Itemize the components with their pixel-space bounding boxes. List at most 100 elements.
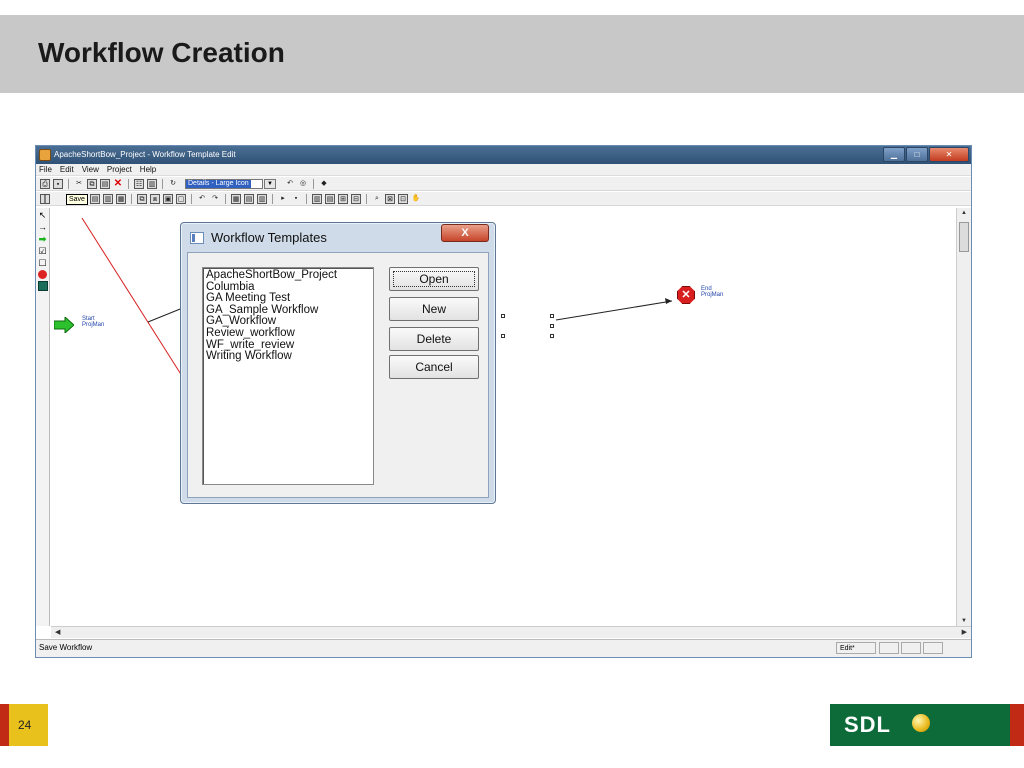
properties-icon[interactable]: ☷ (134, 178, 144, 189)
start-node-label: Start ProjMan (82, 316, 105, 328)
distribute-h-icon[interactable]: ▥ (312, 193, 322, 204)
toolbar-separator (191, 193, 192, 204)
globe-logo-icon (912, 714, 930, 732)
app-icon (39, 149, 51, 161)
save-tooltip: Save (66, 194, 88, 205)
start-tool-icon[interactable]: ➡ (38, 234, 48, 244)
delete-button[interactable]: Delete (389, 327, 479, 351)
tool-palette: ↖ → ➡ ☑ ☐ (36, 208, 50, 626)
redo-icon[interactable]: ↷ (210, 194, 220, 204)
hand-icon[interactable]: ✋ (411, 194, 421, 204)
node-handle[interactable] (501, 334, 505, 338)
start-arrow-icon (54, 317, 74, 333)
scroll-thumb[interactable] (959, 222, 969, 252)
book-icon[interactable]: ◆ (319, 179, 329, 189)
paste-icon[interactable]: ▤ (100, 178, 110, 189)
node-handle[interactable] (550, 324, 554, 328)
menubar: File Edit View Project Help (36, 164, 971, 176)
scroll-right-icon[interactable]: ▶ (962, 628, 967, 636)
cancel-button[interactable]: Cancel (389, 355, 479, 379)
template-list[interactable]: ApacheShortBow_Project Columbia GA Meeti… (202, 267, 374, 485)
print-icon[interactable]: ⎙ (40, 178, 50, 189)
toolbar-separator (366, 193, 367, 204)
menu-project[interactable]: Project (107, 164, 132, 175)
save-icon[interactable]: ▪ (53, 178, 63, 189)
menu-file[interactable]: File (39, 164, 52, 175)
scroll-left-icon[interactable]: ◀ (55, 628, 60, 636)
list-item[interactable]: Review_workflow (206, 327, 370, 340)
end-tool-icon[interactable] (38, 270, 47, 279)
vertical-scrollbar[interactable]: ▲ ▼ (956, 208, 971, 626)
scroll-up-icon[interactable]: ▲ (959, 208, 969, 218)
statusbar: Save Workflow Edit* (36, 639, 971, 657)
app-window: ApacheShortBow_Project - Workflow Templa… (35, 145, 972, 658)
zoom-icon[interactable]: ⌕ (372, 194, 382, 204)
dialog-close-button[interactable]: X (441, 224, 489, 242)
undo-icon[interactable]: ↶ (197, 194, 207, 204)
columns-icon[interactable]: ║ (40, 193, 50, 204)
list-item[interactable]: ApacheShortBow_Project (206, 269, 370, 282)
window-title: ApacheShortBow_Project - Workflow Templa… (54, 150, 236, 159)
copy-icon[interactable]: ⧉ (87, 178, 97, 189)
layout-toolbar: ║ ▤ ▥ ▦ ⧉ ⧈ ▣ ▢ ↶ ↷ ▦ ▤ ▥ ▸ ▪ ▥ ▤ ⊞ ⊟ ⌕ … (36, 192, 971, 206)
spacing-icon[interactable]: ▥ (257, 193, 267, 204)
bring-front-icon[interactable]: ▣ (163, 193, 173, 204)
logo-text: SDL (844, 712, 891, 737)
minimize-button[interactable]: ▁ (883, 147, 905, 162)
play-icon[interactable]: ▸ (278, 194, 288, 204)
template-icon[interactable]: ▥ (147, 178, 157, 189)
decision-tool-icon[interactable] (37, 281, 48, 291)
horizontal-scrollbar[interactable]: ◀ ▶ (51, 626, 971, 638)
dialog-body: ApacheShortBow_Project Columbia GA Meeti… (187, 252, 489, 498)
spread-h-icon[interactable]: ⊞ (338, 193, 348, 204)
zoom-area-icon[interactable]: ⊡ (398, 193, 408, 204)
open-button[interactable]: Open (389, 267, 479, 291)
end-stop-icon: ✕ (677, 286, 695, 304)
stop-icon[interactable]: ▪ (291, 194, 301, 204)
list-item[interactable]: Writing Workflow (206, 351, 370, 363)
connector-icon[interactable]: → (38, 222, 48, 232)
ungroup-icon[interactable]: ⧈ (150, 193, 160, 204)
slide-title: Workflow Creation (38, 37, 285, 68)
status-pane (901, 642, 921, 654)
status-pane (879, 642, 899, 654)
maximize-button[interactable]: □ (906, 147, 928, 162)
chevron-down-icon[interactable]: ▼ (264, 178, 276, 189)
toolbar-separator (306, 193, 307, 204)
workflow-templates-dialog: Workflow Templates X ApacheShortBow_Proj… (180, 222, 496, 504)
page-number: 24 (18, 718, 32, 732)
fit-icon[interactable]: ⊠ (385, 193, 395, 204)
globe-icon[interactable]: ◎ (298, 179, 308, 189)
distribute-v-icon[interactable]: ▤ (325, 193, 335, 204)
spread-v-icon[interactable]: ⊟ (351, 193, 361, 204)
group-icon[interactable]: ⧉ (137, 193, 147, 204)
align-center-icon[interactable]: ▥ (103, 193, 113, 204)
menu-edit[interactable]: Edit (60, 164, 74, 175)
window-titlebar: ApacheShortBow_Project - Workflow Templa… (36, 146, 971, 164)
node-handle[interactable] (501, 314, 505, 318)
menu-help[interactable]: Help (140, 164, 156, 175)
layout-icon[interactable]: ▤ (244, 193, 254, 204)
grid-icon[interactable]: ▦ (231, 193, 241, 204)
close-button[interactable]: ✕ (929, 147, 969, 162)
sdl-logo: SDL (830, 704, 1024, 746)
node-handle[interactable] (550, 314, 554, 318)
subflow-tool-icon[interactable]: ☐ (38, 258, 48, 268)
task-tool-icon[interactable]: ☑ (38, 246, 48, 256)
dialog-window-icon (190, 232, 204, 244)
pointer-icon[interactable]: ↖ (38, 210, 48, 220)
send-back-icon[interactable]: ▢ (176, 193, 186, 204)
toolbar-separator (162, 178, 163, 189)
menu-view[interactable]: View (82, 164, 99, 175)
undo-history-icon[interactable]: ↶ (285, 179, 295, 189)
cut-icon[interactable]: ✂ (74, 179, 84, 189)
align-right-icon[interactable]: ▦ (116, 193, 126, 204)
delete-icon[interactable]: ✕ (113, 178, 123, 189)
view-select[interactable]: Details - Large Icon ▼ (185, 178, 276, 189)
new-button[interactable]: New (389, 297, 479, 321)
node-handle[interactable] (550, 334, 554, 338)
toolbar-separator (128, 178, 129, 189)
align-left-icon[interactable]: ▤ (90, 193, 100, 204)
refresh-icon[interactable]: ↻ (168, 179, 178, 189)
scroll-down-icon[interactable]: ▼ (959, 616, 969, 626)
